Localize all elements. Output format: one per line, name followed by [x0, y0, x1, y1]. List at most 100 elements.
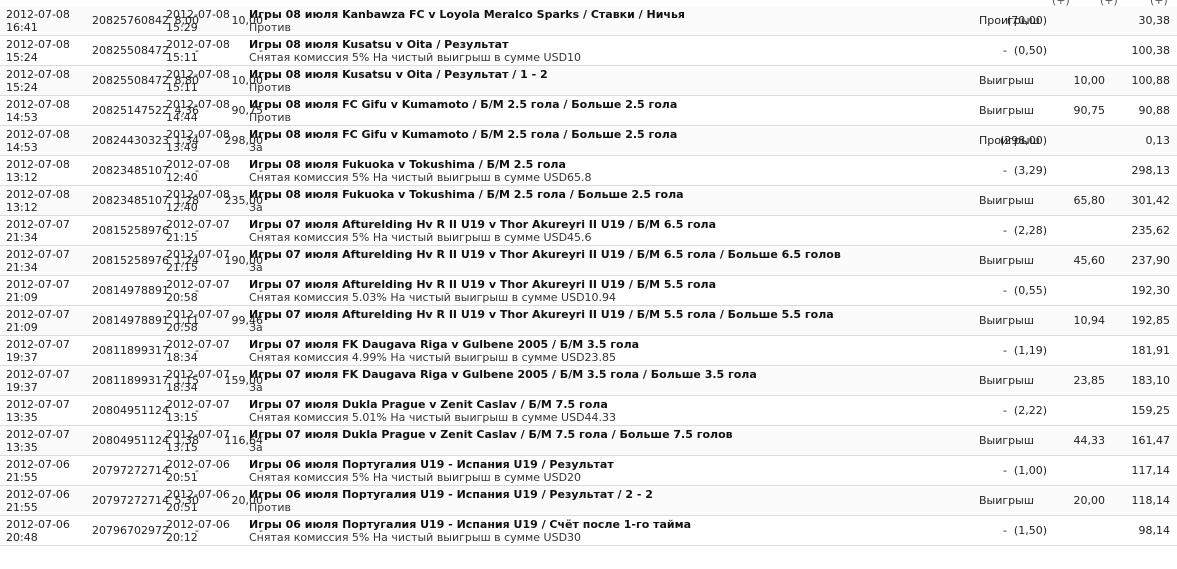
bet-id-link[interactable]: 20804951124 — [92, 434, 169, 447]
balance-value: 100,88 — [1131, 74, 1171, 87]
placed-datetime: 2012-07-06 20:48 — [6, 518, 70, 544]
odds-value: 1,28 — [174, 194, 200, 207]
market-title-link[interactable]: Игры 08 июля Kusatsu v Oita / Результат … — [249, 68, 548, 81]
odds-value: 8,00 — [174, 14, 200, 27]
placed-date: 2012-07-08 — [6, 128, 70, 141]
debit-value: (0,50) — [1013, 44, 1047, 57]
market-title-link[interactable]: Игры 07 июля Dukla Prague v Zenit Caslav… — [249, 428, 733, 441]
table-row: 2012-07-07 21:09 20814978891 2012-07-07 20:5… — [0, 306, 1177, 336]
balance-value: 235,62 — [1131, 224, 1171, 237]
stake-value: - — [259, 164, 263, 177]
market-description: Игры 08 июля Kusatsu v Oita / Результат С… — [249, 38, 581, 64]
bet-side-or-commission: Снятая комиссия 5% На чистый выигрыш в с… — [249, 231, 592, 244]
bet-id-link[interactable]: 20814978891 — [92, 314, 169, 327]
bet-id-link[interactable]: 20815258976 — [92, 224, 169, 237]
market-title-link[interactable]: Игры 07 июля Afturelding Hv R II U19 v T… — [249, 278, 716, 291]
market-title-link[interactable]: Игры 08 июля FC Gifu v Kumamoto / Б/М 2.… — [249, 128, 677, 141]
bet-side-or-commission: Снятая комиссия 4.99% На чистый выигрыш … — [249, 351, 617, 364]
debit-value: (298,00) — [999, 134, 1047, 147]
placed-date: 2012-07-06 — [6, 488, 70, 501]
market-title-link[interactable]: Игры 07 июля Dukla Prague v Zenit Caslav… — [249, 398, 616, 411]
placed-date: 2012-07-07 — [6, 278, 70, 291]
stake-value: 116,64 — [224, 434, 264, 447]
bet-id-link[interactable]: 20825508472 — [92, 74, 169, 87]
market-title-link[interactable]: Игры 08 июля Fukuoka v Tokushima / Б/М 2… — [249, 188, 684, 201]
balance-value: 183,10 — [1131, 374, 1171, 387]
market-title-link[interactable]: Игры 06 июля Португалия U19 - Испания U1… — [249, 458, 614, 471]
debit-value: (0,55) — [1013, 284, 1047, 297]
market-description: Игры 08 июля Kanbawza FC v Loyola Meralc… — [249, 8, 685, 34]
market-title-link[interactable]: Игры 08 июля FC Gifu v Kumamoto / Б/М 2.… — [249, 98, 677, 111]
bet-id-link[interactable]: 20804951124 — [92, 404, 169, 417]
odds-value: - — [195, 44, 199, 57]
bet-side-or-commission: Снятая комиссия 5.03% На чистый выигрыш … — [249, 291, 617, 304]
market-description: Игры 07 июля Afturelding Hv R II U19 v T… — [249, 308, 834, 334]
result-status: Выигрыш — [979, 374, 1034, 387]
bet-side-or-commission: Против — [249, 501, 292, 514]
placed-time: 19:37 — [6, 381, 38, 394]
market-description: Игры 08 июля Fukuoka v Tokushima / Б/М 2… — [249, 188, 684, 214]
placed-date: 2012-07-07 — [6, 308, 70, 321]
market-title-link[interactable]: Игры 08 июля Fukuoka v Tokushima / Б/М 2… — [249, 158, 592, 171]
bet-side-or-commission: Снятая комиссия 5% На чистый выигрыш в с… — [249, 171, 592, 184]
account-statement-table: 2012-07-08 16:41 20825760842 2012-07-08 15:2… — [0, 6, 1177, 546]
market-title-link[interactable]: Игры 07 июля Afturelding Hv R II U19 v T… — [249, 248, 841, 261]
odds-value: - — [195, 344, 199, 357]
placed-time: 21:09 — [6, 321, 38, 334]
debit-value: (2,22) — [1013, 404, 1047, 417]
balance-value: 90,88 — [1138, 104, 1171, 117]
next-row-clipped — [0, 564, 1177, 569]
result-status: - — [1003, 524, 1007, 537]
market-description: Игры 08 июля Kusatsu v Oita / Результат … — [249, 68, 548, 94]
bet-id-link[interactable]: 20797272714 — [92, 494, 169, 507]
credit-value: 10,00 — [1073, 74, 1106, 87]
bet-id-link[interactable]: 20796702972 — [92, 524, 169, 537]
table-row: 2012-07-08 13:12 20823485107 2012-07-08 12:4… — [0, 156, 1177, 186]
bet-side-or-commission: За — [249, 441, 263, 454]
odds-value: 1,24 — [174, 254, 200, 267]
market-title-link[interactable]: Игры 06 июля Португалия U19 - Испания U1… — [249, 518, 691, 531]
stake-value: - — [259, 524, 263, 537]
bet-id-link[interactable]: 20825147522 — [92, 104, 169, 117]
bet-side-or-commission: За — [249, 381, 263, 394]
bet-id-link[interactable]: 20825508472 — [92, 44, 169, 57]
placed-datetime: 2012-07-06 21:55 — [6, 458, 70, 484]
debit-value: (2,28) — [1013, 224, 1047, 237]
market-title-link[interactable]: Игры 08 июля Kusatsu v Oita / Результат — [249, 38, 581, 51]
placed-date: 2012-07-08 — [6, 8, 70, 21]
table-row: 2012-07-08 15:24 20825508472 2012-07-08 15:1… — [0, 66, 1177, 96]
market-description: Игры 08 июля FC Gifu v Kumamoto / Б/М 2.… — [249, 98, 677, 124]
bet-id-link[interactable]: 20825760842 — [92, 14, 169, 27]
bet-id-link[interactable]: 20823485107 — [92, 194, 169, 207]
bet-id-link[interactable]: 20823485107 — [92, 164, 169, 177]
balance-value: 298,13 — [1131, 164, 1171, 177]
stake-value: - — [259, 224, 263, 237]
bet-id-link[interactable]: 20815258976 — [92, 254, 169, 267]
market-description: Игры 08 июля FC Gifu v Kumamoto / Б/М 2.… — [249, 128, 677, 154]
placed-time: 21:55 — [6, 501, 38, 514]
market-title-link[interactable]: Игры 06 июля Португалия U19 - Испания U1… — [249, 488, 653, 501]
market-title-link[interactable]: Игры 07 июля Afturelding Hv R II U19 v T… — [249, 308, 834, 321]
table-row: 2012-07-08 14:53 20824430323 2012-07-08 13:4… — [0, 126, 1177, 156]
balance-value: 0,13 — [1145, 134, 1171, 147]
stake-value: - — [259, 284, 263, 297]
placed-datetime: 2012-07-07 13:35 — [6, 428, 70, 454]
balance-value: 301,42 — [1131, 194, 1171, 207]
bet-id-link[interactable]: 20824430323 — [92, 134, 169, 147]
placed-date: 2012-07-07 — [6, 218, 70, 231]
bet-id-link[interactable]: 20811899317 — [92, 374, 169, 387]
bet-id-link[interactable]: 20814978891 — [92, 284, 169, 297]
market-title-link[interactable]: Игры 07 июля FK Daugava Riga v Gulbene 2… — [249, 368, 757, 381]
table-row: 2012-07-07 19:37 20811899317 2012-07-07 18:3… — [0, 336, 1177, 366]
stake-value: 298,00 — [224, 134, 264, 147]
placed-datetime: 2012-07-07 19:37 — [6, 368, 70, 394]
bet-id-link[interactable]: 20811899317 — [92, 344, 169, 357]
market-title-link[interactable]: Игры 07 июля FK Daugava Riga v Gulbene 2… — [249, 338, 639, 351]
placed-time: 14:53 — [6, 111, 38, 124]
placed-datetime: 2012-07-08 14:53 — [6, 128, 70, 154]
market-title-link[interactable]: Игры 08 июля Kanbawza FC v Loyola Meralc… — [249, 8, 685, 21]
market-title-link[interactable]: Игры 07 июля Afturelding Hv R II U19 v T… — [249, 218, 716, 231]
bet-id-link[interactable]: 20797272714 — [92, 464, 169, 477]
stake-value: - — [259, 464, 263, 477]
placed-time: 13:12 — [6, 201, 38, 214]
